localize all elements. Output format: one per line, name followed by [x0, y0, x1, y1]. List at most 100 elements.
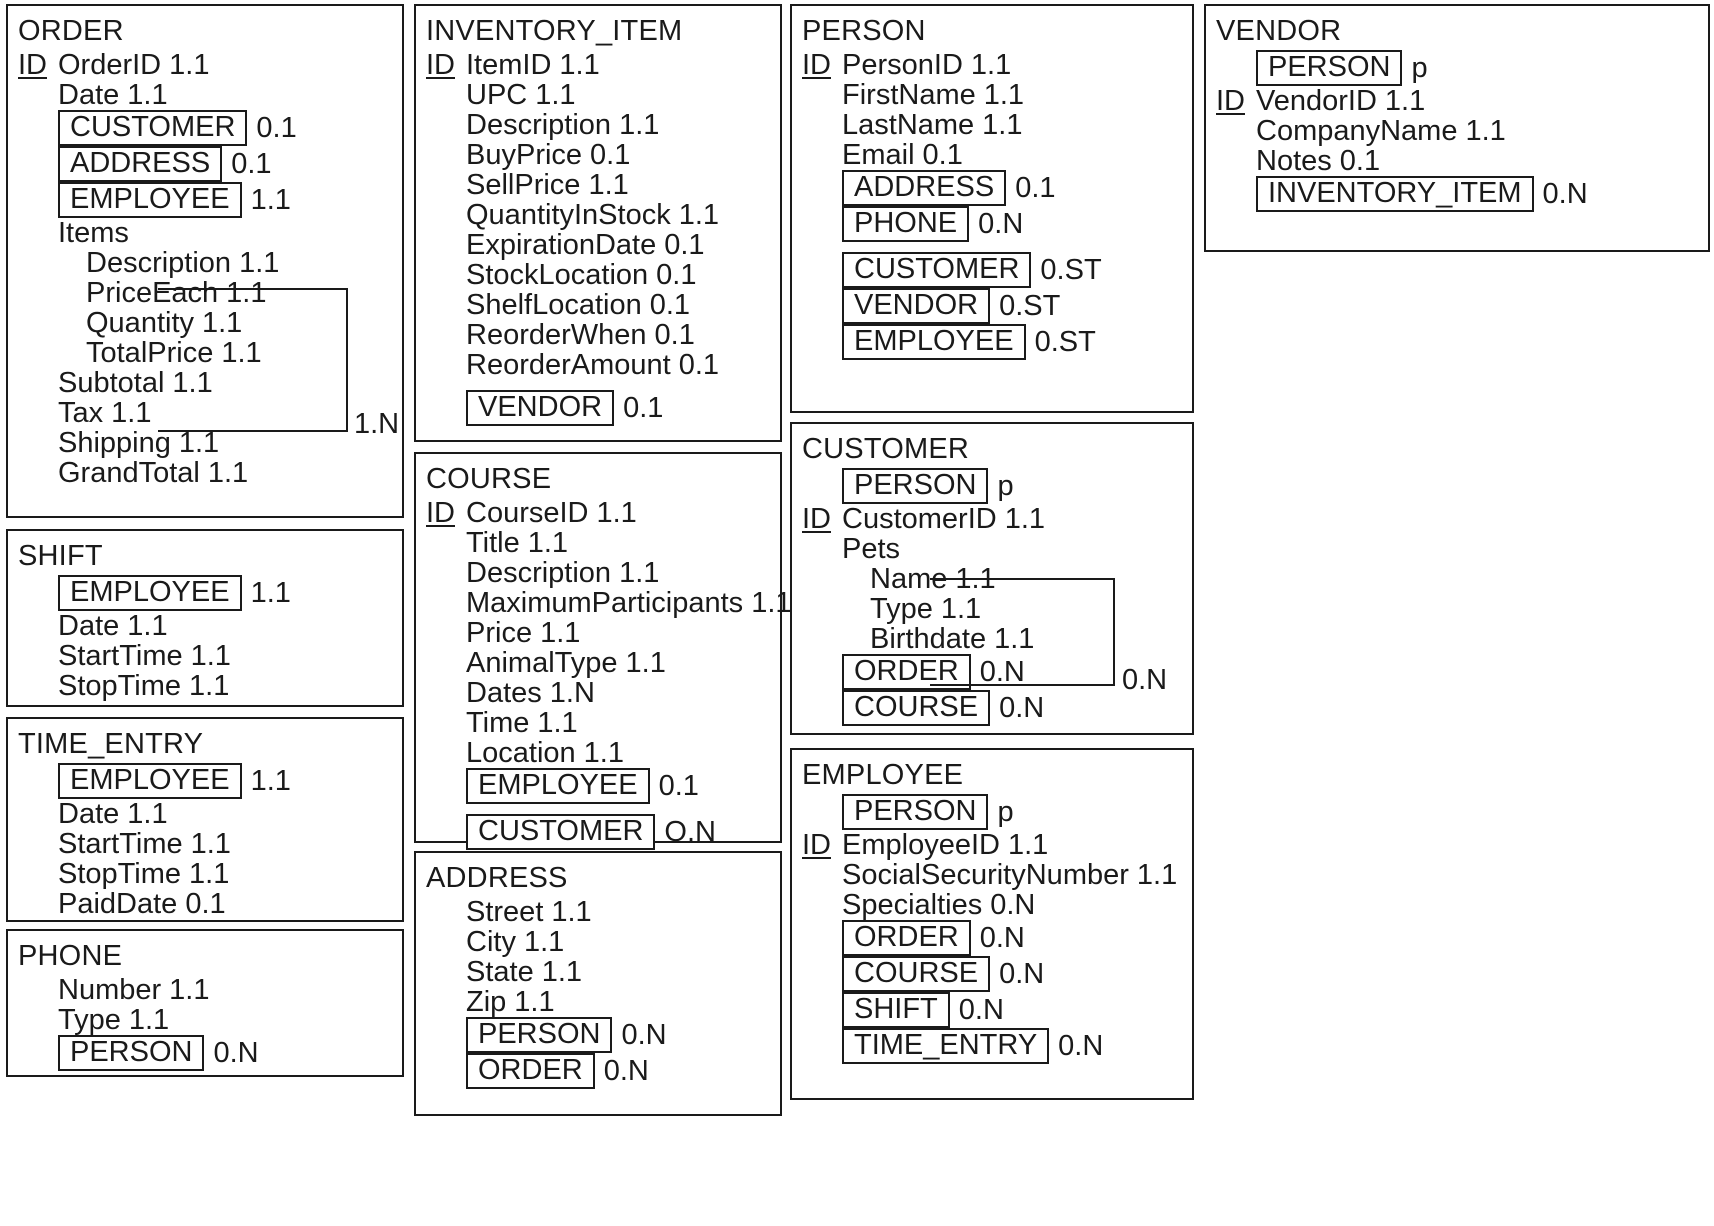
cardinality-label: 1.1 [226, 277, 267, 309]
cardinality-label: 1.1 [983, 79, 1025, 111]
cardinality-label: 1.1 [994, 623, 1035, 655]
related-entity-reference[interactable]: PERSON [842, 794, 989, 830]
cardinality-label: 1.1 [527, 527, 569, 559]
cardinality-label: 1.1 [189, 670, 230, 702]
related-entity-reference[interactable]: PERSON [466, 1017, 613, 1053]
attribute-row: LastName 1.1 [802, 110, 1182, 140]
attribute-row: Birthdate 1.1 [802, 624, 1182, 654]
related-entity-reference[interactable]: CUSTOMER [842, 252, 1032, 288]
entity-box-order[interactable]: ORDER ID OrderID 1.1 Date 1.1 CUSTOMER 0.1 ADDRE… [6, 4, 404, 518]
related-entity-reference[interactable]: COURSE [842, 690, 991, 726]
cardinality-label: 0.ST [1040, 254, 1102, 286]
cardinality-label: 0.1 [590, 139, 631, 171]
entity-box-person[interactable]: PERSON ID PersonID 1.1 FirstName 1.1 LastName 1… [790, 4, 1194, 413]
related-entity-reference[interactable]: PERSON [1256, 50, 1403, 86]
cardinality-label: 1.1 [678, 199, 720, 231]
related-entity-reference[interactable]: TIME_ENTRY [842, 1028, 1050, 1064]
attribute-name: Pets [842, 533, 901, 565]
attribute-row: Description 1.1 [426, 110, 770, 140]
cardinality-label: 1.1 [172, 367, 213, 399]
entity-box-employee[interactable]: EMPLOYEE PERSON p ID EmployeeID 1.1 SocialSecu… [790, 748, 1194, 1100]
cardinality-label: 0.ST [999, 290, 1061, 322]
entity-box-address[interactable]: ADDRESS Street 1.1 City 1.1 State 1.1 Zip 1.1 PER… [414, 851, 782, 1116]
cardinality-label: 0.N [603, 1055, 649, 1087]
attribute-row: BuyPrice 0.1 [426, 140, 770, 170]
attribute-row: Date 1.1 [18, 799, 392, 829]
related-entity-reference[interactable]: EMPLOYEE [58, 575, 242, 611]
related-entity-reference[interactable]: PHONE [842, 206, 970, 242]
cardinality-label: 0.1 [1015, 172, 1056, 204]
cardinality-label: 1.1 [596, 497, 637, 529]
related-entity-reference[interactable]: ORDER [466, 1053, 595, 1089]
related-entity-reference[interactable]: PERSON [58, 1035, 205, 1071]
cardinality-label: 1.1 [250, 577, 291, 609]
entity-box-phone[interactable]: PHONE Number 1.1 Type 1.1 PERSON 0.N [6, 929, 404, 1077]
related-entity-reference[interactable]: INVENTORY_ITEM [1256, 176, 1534, 212]
cardinality-label: 1.1 [1004, 503, 1046, 535]
related-entity-reference[interactable]: CUSTOMER [58, 110, 248, 146]
entity-box-customer[interactable]: CUSTOMER PERSON p ID CustomerID 1.1 Pets Name 1.… [790, 422, 1194, 735]
related-entity-reference[interactable]: VENDOR [842, 288, 991, 324]
attribute-row: Location 1.1 [426, 738, 770, 768]
related-entity-reference[interactable]: ORDER [842, 920, 971, 956]
relationship-row: ORDER 0.N [802, 920, 1182, 956]
related-entity-reference[interactable]: EMPLOYEE [842, 324, 1026, 360]
entity-title: TIME_ENTRY [18, 728, 204, 760]
attribute-name: Price [466, 617, 533, 649]
attribute-name: StopTime [58, 858, 182, 890]
related-entity-reference[interactable]: PERSON [842, 468, 989, 504]
related-entity-reference[interactable]: ORDER [842, 654, 971, 690]
attribute-name: Type [58, 1004, 121, 1036]
related-entity-reference[interactable]: ADDRESS [58, 146, 223, 182]
attribute-name: Description [86, 247, 232, 279]
related-entity-reference[interactable]: EMPLOYEE [58, 763, 242, 799]
attribute-row: StartTime 1.1 [18, 829, 392, 859]
attribute-name: VendorID [1256, 85, 1377, 117]
entity-box-vendor[interactable]: VENDOR PERSON p ID VendorID 1.1 CompanyName 1.1… [1204, 4, 1710, 252]
cardinality-label: 1.1 [541, 956, 583, 988]
attribute-name: Description [466, 557, 612, 589]
cardinality-label: 0.1 [649, 289, 691, 321]
attribute-name: SocialSecurityNumber [842, 859, 1129, 891]
related-entity-reference[interactable]: CUSTOMER [466, 814, 656, 850]
attribute-row: Type 1.1 [802, 594, 1182, 624]
related-entity-reference[interactable]: EMPLOYEE [58, 182, 242, 218]
entity-title: ORDER [18, 15, 124, 47]
attribute-name: Time [466, 707, 530, 739]
cardinality-label: 0.1 [231, 148, 272, 180]
entity-box-shift[interactable]: SHIFT EMPLOYEE 1.1 Date 1.1 StartTime 1.1 Stop… [6, 529, 404, 707]
attribute-name: Date [58, 610, 120, 642]
identifier-marker: ID [1216, 85, 1245, 117]
attribute-row: StockLocation 0.1 [426, 260, 770, 290]
attribute-name: ReorderWhen [466, 319, 647, 351]
identifier-marker: ID [18, 49, 47, 81]
entity-box-course[interactable]: COURSE ID CourseID 1.1 Title 1.1 Description 1.… [414, 452, 792, 850]
relationship-row: INVENTORY_ITEM 0.N [1216, 176, 1698, 212]
related-entity-reference[interactable]: SHIFT [842, 992, 950, 1028]
entity-attribute-list: ID PersonID 1.1 FirstName 1.1 LastName 1.1 Emai… [802, 50, 1182, 360]
attribute-name: Items [58, 217, 129, 249]
cardinality-label: 0.1 [658, 770, 699, 802]
cardinality-label: 0.N [999, 958, 1045, 990]
related-entity-reference[interactable]: COURSE [842, 956, 991, 992]
attribute-name: ExpirationDate [466, 229, 657, 261]
related-entity-reference[interactable]: VENDOR [466, 390, 615, 426]
cardinality-label: 0.1 [654, 319, 695, 351]
attribute-name: Shipping [58, 427, 171, 459]
attribute-row: Specialties 0.N [802, 890, 1182, 920]
cardinality-label: 0.N [979, 922, 1025, 954]
relationship-row: COURSE 0.N [802, 956, 1182, 992]
attribute-row: ID ItemID 1.1 [426, 50, 770, 80]
identifier-marker: ID [802, 503, 831, 535]
cardinality-label: 0.1 [185, 888, 226, 920]
related-entity-reference[interactable]: ADDRESS [842, 170, 1007, 206]
attribute-name: Date [58, 798, 120, 830]
entity-box-time_entry[interactable]: TIME_ENTRY EMPLOYEE 1.1 Date 1.1 StartTime 1.1… [6, 717, 404, 922]
attribute-row: ID VendorID 1.1 [1216, 86, 1698, 116]
relationship-row: EMPLOYEE 1.1 [18, 763, 392, 799]
entity-attribute-list: EMPLOYEE 1.1 Date 1.1 StartTime 1.1 StopTime 1.… [18, 763, 392, 919]
entity-box-inventory_item[interactable]: INVENTORY_ITEM ID ItemID 1.1 UPC 1.1 Descripti… [414, 4, 782, 442]
cardinality-label: 1.1 [190, 640, 231, 672]
cardinality-label: 1.1 [540, 617, 581, 649]
related-entity-reference[interactable]: EMPLOYEE [466, 768, 650, 804]
